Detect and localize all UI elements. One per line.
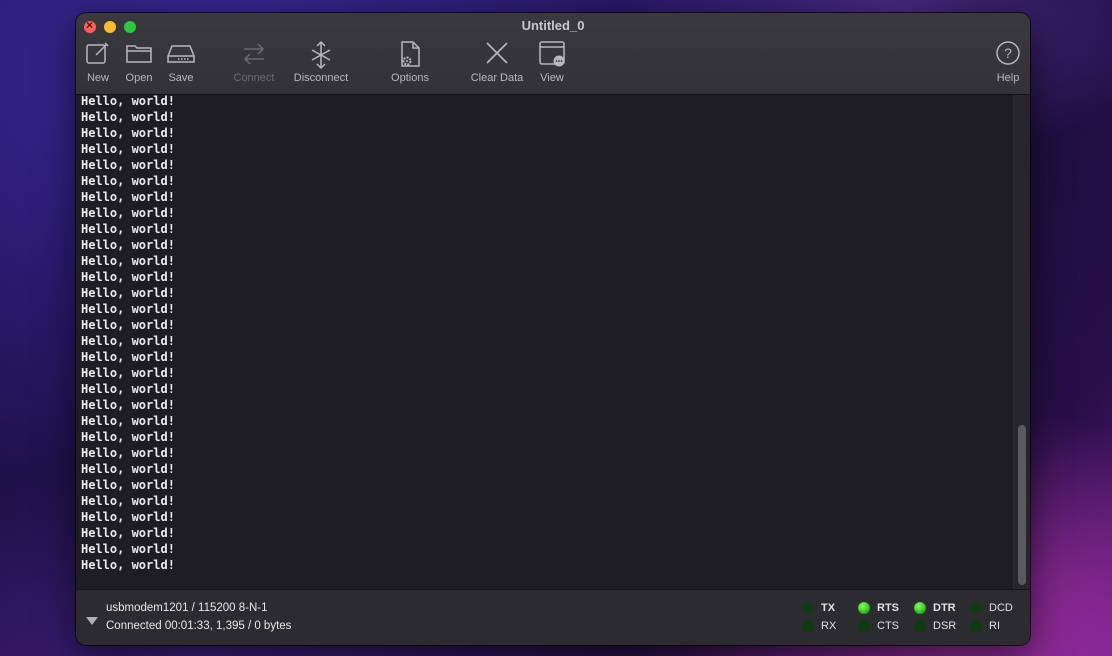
terminal-line: Hello, world! xyxy=(81,398,175,412)
open-label: Open xyxy=(125,72,153,84)
terminal-line: Hello, world! xyxy=(81,350,175,364)
terminal-line: Hello, world! xyxy=(81,238,175,252)
tx-led xyxy=(802,602,814,614)
connect-label: Connect xyxy=(233,72,275,84)
terminal-line: Hello, world! xyxy=(81,462,175,476)
new-button[interactable]: New xyxy=(84,40,112,84)
serial-terminal-window: Untitled_0 New Open Save xyxy=(76,13,1030,645)
terminal-line: Hello, world! xyxy=(81,510,175,524)
disconnect-button[interactable]: Disconnect xyxy=(290,40,352,84)
terminal-line: Hello, world! xyxy=(81,206,175,220)
rts-led[interactable] xyxy=(858,602,870,614)
cts-led xyxy=(858,620,870,632)
connect-arrows-icon xyxy=(243,43,265,65)
terminal-line: Hello, world! xyxy=(81,478,175,492)
terminal-line: Hello, world! xyxy=(81,318,175,332)
rts-label: RTS xyxy=(877,602,899,614)
clear-data-label: Clear Data xyxy=(470,72,524,84)
disconnect-label: Disconnect xyxy=(293,72,349,84)
terminal-line: Hello, world! xyxy=(81,174,175,188)
status-bar: usbmodem1201 / 115200 8-N-1 Connected 00… xyxy=(76,589,1030,645)
clear-data-button[interactable]: Clear Data xyxy=(468,40,526,84)
terminal-line: Hello, world! xyxy=(81,494,175,508)
view-label: View xyxy=(540,72,564,84)
new-document-icon xyxy=(86,42,109,64)
disconnect-icon xyxy=(311,40,331,70)
ri-label: RI xyxy=(989,620,1000,632)
options-button[interactable]: Options xyxy=(388,40,432,84)
view-button[interactable]: View xyxy=(536,40,568,84)
terminal-line: Hello, world! xyxy=(81,286,175,300)
terminal-line: Hello, world! xyxy=(81,446,175,460)
terminal-line: Hello, world! xyxy=(81,110,175,124)
port-settings: usbmodem1201 / 115200 8-N-1 xyxy=(106,602,268,614)
dtr-led[interactable] xyxy=(914,602,926,614)
help-button[interactable]: ? Help xyxy=(992,40,1024,84)
terminal-line: Hello, world! xyxy=(81,414,175,428)
help-question-icon: ? xyxy=(996,41,1020,65)
options-document-gear-icon xyxy=(401,41,420,67)
disclosure-triangle-icon[interactable] xyxy=(86,617,98,625)
vertical-scrollbar[interactable] xyxy=(1013,95,1030,589)
dcd-led xyxy=(970,602,982,614)
save-button[interactable]: Save xyxy=(166,40,196,84)
view-window-icon xyxy=(539,41,565,67)
folder-icon xyxy=(126,45,152,63)
rx-led xyxy=(802,620,814,632)
dtr-label: DTR xyxy=(933,602,956,614)
terminal-line: Hello, world! xyxy=(81,542,175,556)
terminal-line: Hello, world! xyxy=(81,270,175,284)
terminal-line: Hello, world! xyxy=(81,382,175,396)
terminal-line: Hello, world! xyxy=(81,126,175,140)
terminal-line: Hello, world! xyxy=(81,558,175,572)
scrollbar-thumb[interactable] xyxy=(1018,425,1026,585)
terminal-line: Hello, world! xyxy=(81,334,175,348)
terminal-line: Hello, world! xyxy=(81,302,175,316)
titlebar: Untitled_0 New Open Save xyxy=(76,13,1030,95)
connection-status: Connected 00:01:33, 1,395 / 0 bytes xyxy=(106,620,292,632)
rx-label: RX xyxy=(821,620,837,632)
window-title: Untitled_0 xyxy=(521,18,585,33)
connect-button[interactable]: Connect xyxy=(230,40,278,84)
terminal-lines: Hello, world! Hello, world! Hello, world! H… xyxy=(76,95,175,573)
terminal-line: Hello, world! xyxy=(81,526,175,540)
dcd-label: DCD xyxy=(989,602,1013,614)
terminal-line: Hello, world! xyxy=(81,158,175,172)
terminal-line: Hello, world! xyxy=(81,142,175,156)
terminal-line: Hello, world! xyxy=(81,366,175,380)
open-button[interactable]: Open xyxy=(124,40,154,84)
close-x-icon xyxy=(486,42,508,64)
terminal-line: Hello, world! xyxy=(81,95,175,108)
tx-label: TX xyxy=(821,602,836,614)
terminal-line: Hello, world! xyxy=(81,222,175,236)
svg-text:?: ? xyxy=(1004,45,1012,61)
ri-led xyxy=(970,620,982,632)
terminal-line: Hello, world! xyxy=(81,430,175,444)
terminal-output[interactable]: Hello, world! Hello, world! Hello, world! H… xyxy=(76,95,1030,589)
help-label: Help xyxy=(996,72,1020,84)
options-label: Options xyxy=(391,72,429,84)
save-label: Save xyxy=(168,72,194,84)
new-label: New xyxy=(86,72,109,84)
drive-icon xyxy=(167,45,195,63)
dsr-led xyxy=(914,620,926,632)
terminal-line: Hello, world! xyxy=(81,190,175,204)
dsr-label: DSR xyxy=(933,620,957,632)
cts-label: CTS xyxy=(877,620,899,632)
terminal-line: Hello, world! xyxy=(81,254,175,268)
